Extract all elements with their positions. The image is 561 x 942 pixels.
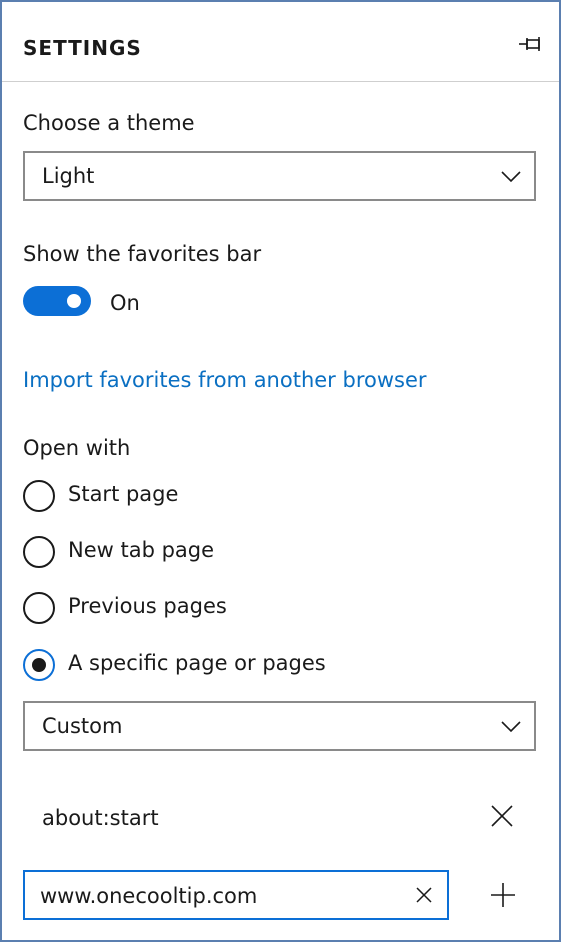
remove-page-icon[interactable] [489,803,515,829]
radio-label: Previous pages [68,594,227,618]
pages-select[interactable]: Custom [23,701,536,751]
settings-header: SETTINGS [2,2,559,82]
theme-select-value: Light [42,164,95,188]
settings-panel: SETTINGS Choose a theme Light Show the f… [0,0,561,942]
chevron-down-icon [501,171,521,183]
settings-title: SETTINGS [23,36,142,60]
radio-button-selected[interactable] [23,649,55,681]
add-page-icon[interactable] [489,881,517,909]
new-page-input-box[interactable] [23,870,449,920]
pin-icon[interactable] [517,34,545,54]
theme-label: Choose a theme [23,111,195,135]
favorites-bar-state: On [110,291,140,315]
pages-select-value: Custom [42,714,123,738]
open-with-label: Open with [23,436,131,460]
radio-label: Start page [68,482,179,506]
radio-button[interactable] [23,480,55,512]
chevron-down-icon [501,721,521,733]
import-favorites-link[interactable]: Import favorites from another browser [23,368,427,392]
radio-label: A specific page or pages [68,651,326,675]
favorites-bar-label: Show the favorites bar [23,242,262,266]
radio-button[interactable] [23,536,55,568]
radio-label: New tab page [68,538,215,562]
theme-select[interactable]: Light [23,151,536,201]
new-page-url-input[interactable] [40,882,400,910]
clear-input-icon[interactable] [415,886,433,904]
page-url-item: about:start [42,806,159,830]
toggle-knob [67,294,81,308]
favorites-bar-toggle[interactable] [23,286,91,316]
radio-button[interactable] [23,592,55,624]
